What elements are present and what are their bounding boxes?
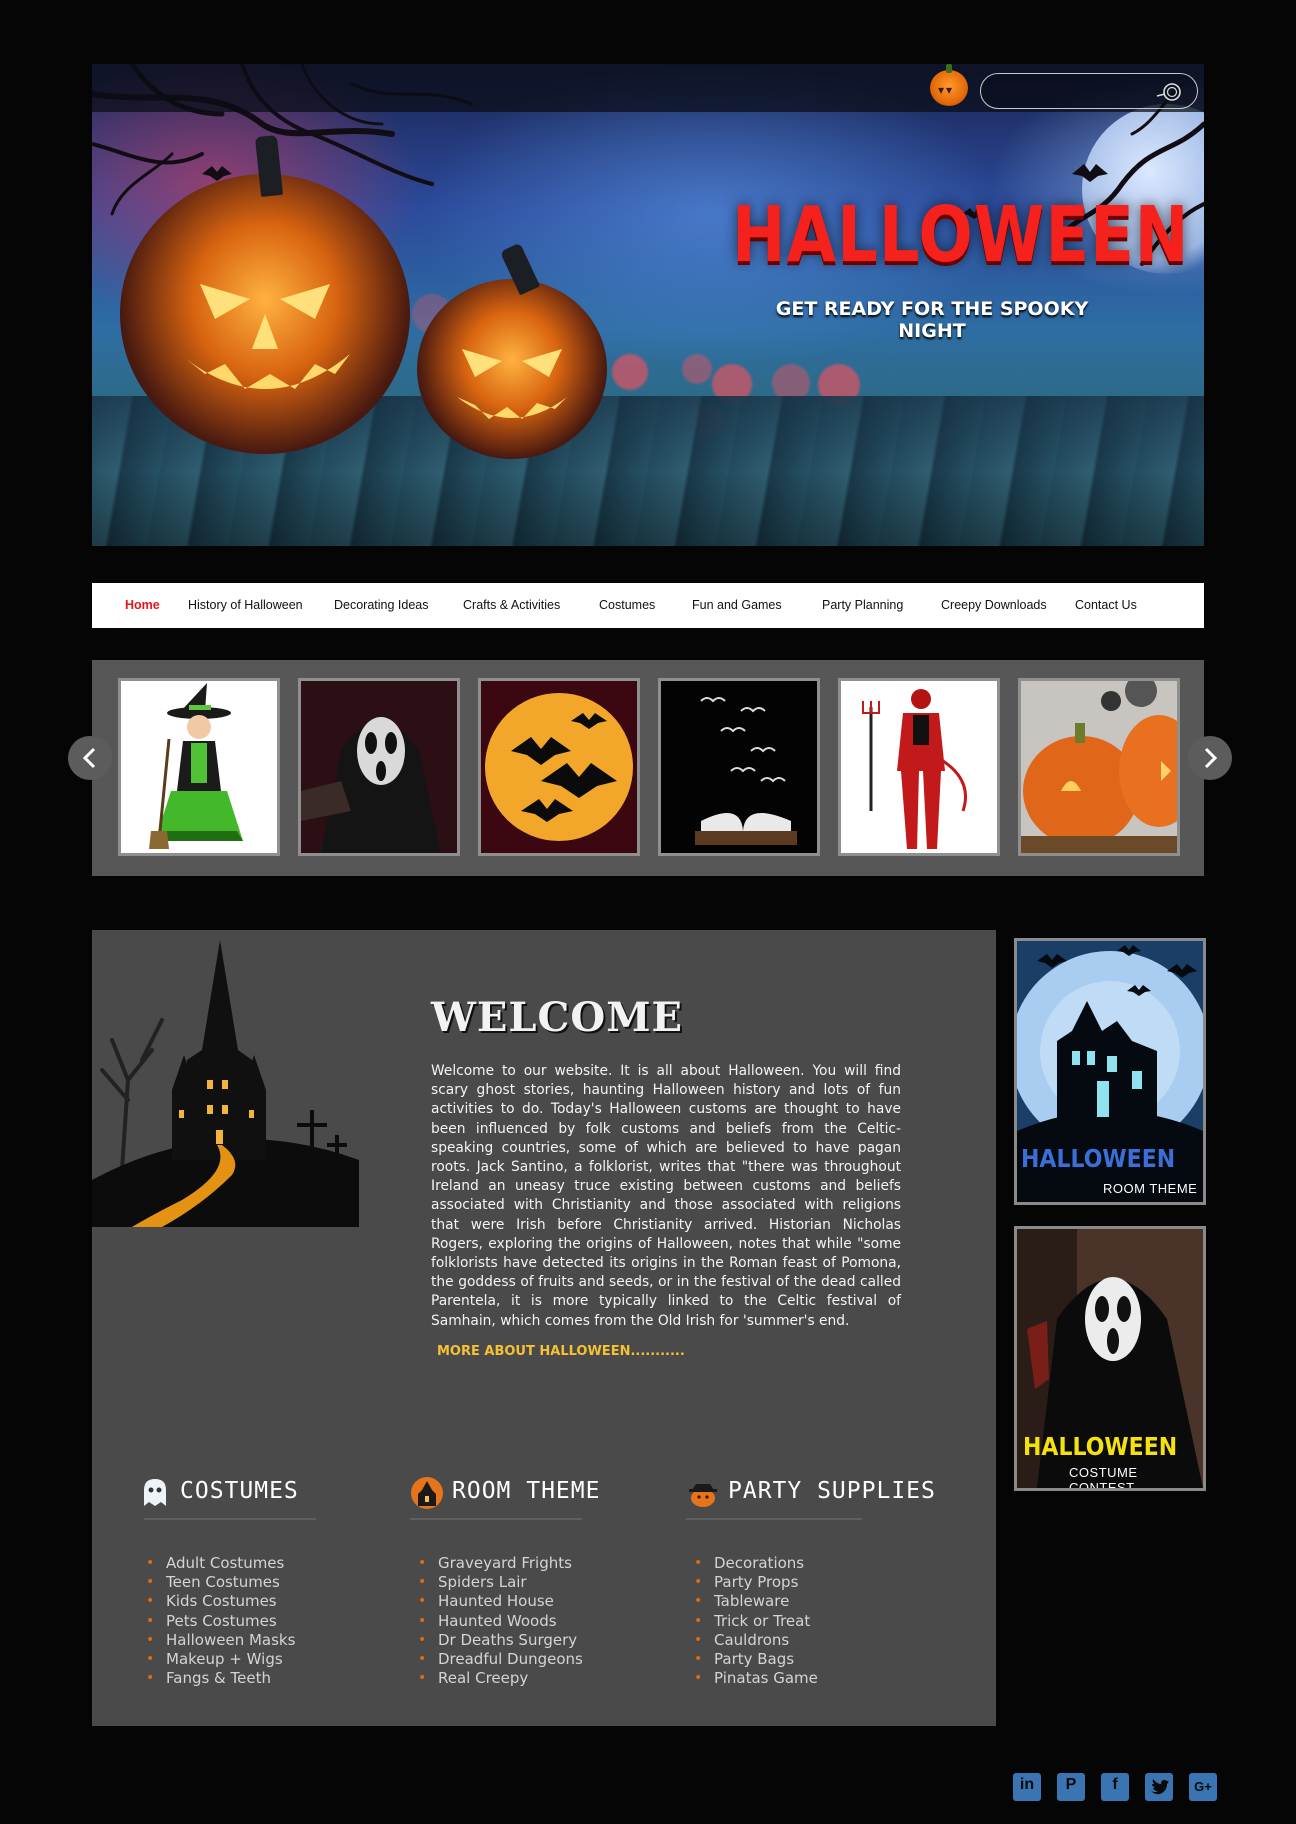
hero-title: HALLOWEEN [732,191,1190,281]
bokeh-light [612,354,648,390]
room-theme-item[interactable]: Haunted Woods [418,1612,583,1631]
search-box[interactable] [980,73,1198,109]
carousel-thumb-witch-costume[interactable] [118,678,280,856]
costumes-item[interactable]: Kids Costumes [146,1592,295,1611]
nav-costumes[interactable]: Costumes [599,598,655,612]
nav-history-of-halloween[interactable]: History of Halloween [188,598,303,612]
carousel-thumb-book-birds[interactable] [658,678,820,856]
pinterest-icon[interactable]: P [1057,1773,1085,1801]
twitter-icon[interactable] [1145,1773,1173,1801]
nav-party-planning[interactable]: Party Planning [822,598,903,612]
linkedin-icon[interactable]: in [1013,1773,1041,1801]
nav-fun-and-games[interactable]: Fun and Games [692,598,782,612]
costumes-item[interactable]: Halloween Masks [146,1631,295,1650]
nav-contact-us[interactable]: Contact Us [1075,598,1137,612]
room-theme-column: ROOM THEME Graveyard Frights Spiders Lai… [410,1474,630,1689]
nav-decorating-ideas[interactable]: Decorating Ideas [334,598,429,612]
carousel-thumb-ghostface-mask[interactable] [298,678,460,856]
costumes-item[interactable]: Pets Costumes [146,1612,295,1631]
carousel-thumb-devil-costume[interactable] [838,678,1000,856]
welcome-text: Welcome to our website. It is all about … [431,1063,901,1329]
nav-home[interactable]: Home [125,598,160,612]
main-content: WELCOME Welcome to our website. It is al… [92,930,996,1726]
costume-contest-card-title: HALLOWEEN [1023,1433,1178,1462]
costumes-column: COSTUMES Adult Costumes Teen Costumes Ki… [138,1474,358,1689]
welcome-title: WELCOME [431,994,683,1041]
pumpkin-hat-icon [689,1484,717,1507]
haunted-castle-image [92,930,359,1227]
nav-creepy-downloads[interactable]: Creepy Downloads [941,598,1047,612]
hero-banner: ▾▾ HALLOWEEN GET READY FOR THE SPOOKY NI… [92,64,1204,546]
google-plus-icon[interactable]: G+ [1189,1773,1217,1801]
costume-contest-card[interactable]: HALLOWEEN COSTUME CONTEST [1014,1226,1206,1491]
party-supplies-column: PARTY SUPPLIES Decorations Party Props T… [686,1474,956,1689]
pumpkin-logo-icon[interactable]: ▾▾ [930,64,968,106]
carousel-thumb-carved-pumpkins[interactable] [1018,678,1180,856]
facebook-icon[interactable]: f [1101,1773,1129,1801]
party-supplies-item[interactable]: Decorations [694,1554,818,1573]
image-carousel [92,660,1204,876]
bokeh-light [682,354,712,384]
haunted-house-icon [411,1477,443,1509]
room-theme-card[interactable]: HALLOWEEN ROOM THEME [1014,938,1206,1205]
room-theme-item[interactable]: Graveyard Frights [418,1554,583,1573]
search-input[interactable] [995,80,1145,102]
party-supplies-item[interactable]: Party Bags [694,1650,818,1669]
room-theme-item[interactable]: Real Creepy [418,1669,583,1688]
carousel-next-button[interactable] [1188,736,1232,780]
party-supplies-item[interactable]: Cauldrons [694,1631,818,1650]
large-jack-o-lantern [120,135,410,454]
costumes-item[interactable]: Makeup + Wigs [146,1650,295,1669]
costumes-heading: COSTUMES [180,1478,299,1504]
carousel-prev-button[interactable] [68,736,112,780]
room-theme-heading: ROOM THEME [452,1478,601,1504]
room-theme-item[interactable]: Haunted House [418,1592,583,1611]
chevron-left-icon [82,747,96,769]
more-about-halloween-link[interactable]: MORE ABOUT HALLOWEEN........... [437,1344,685,1359]
room-theme-card-title: HALLOWEEN [1021,1145,1176,1174]
main-nav: Home History of Halloween Decorating Ide… [92,583,1204,628]
nav-crafts-activities[interactable]: Crafts & Activities [463,598,560,612]
room-theme-item[interactable]: Dr Deaths Surgery [418,1631,583,1650]
party-supplies-heading: PARTY SUPPLIES [728,1478,936,1504]
party-supplies-item[interactable]: Party Props [694,1573,818,1592]
carousel-thumb-bats-moon[interactable] [478,678,640,856]
party-supplies-item[interactable]: Trick or Treat [694,1612,818,1631]
search-icon[interactable] [1155,80,1183,104]
party-supplies-item[interactable]: Pinatas Game [694,1669,818,1688]
room-theme-card-subtitle: ROOM THEME [1103,1181,1198,1196]
costumes-item[interactable]: Fangs & Teeth [146,1669,295,1688]
ghost-icon [144,1479,166,1506]
costumes-item[interactable]: Teen Costumes [146,1573,295,1592]
costume-contest-card-subtitle: COSTUME CONTEST [1069,1465,1138,1491]
room-theme-item[interactable]: Spiders Lair [418,1573,583,1592]
chevron-right-icon [1204,747,1218,769]
hero-subtitle: GET READY FOR THE SPOOKY NIGHT [775,298,1089,342]
party-supplies-item[interactable]: Tableware [694,1592,818,1611]
room-theme-item[interactable]: Dreadful Dungeons [418,1650,583,1669]
costumes-item[interactable]: Adult Costumes [146,1554,295,1573]
small-jack-o-lantern [417,242,607,459]
